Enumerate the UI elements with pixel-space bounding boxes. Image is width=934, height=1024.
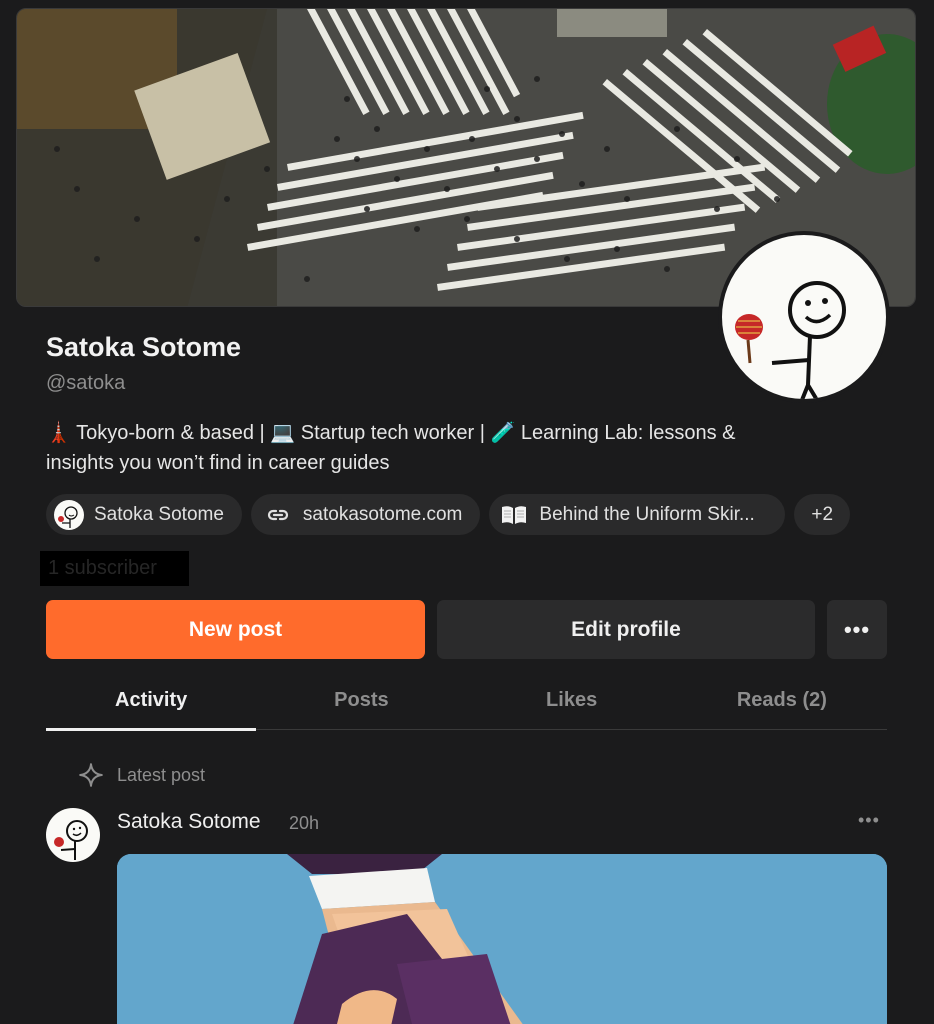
latest-post-label: Latest post	[78, 762, 205, 788]
tab-likes[interactable]: Likes	[467, 676, 677, 729]
sparkle-icon	[79, 763, 103, 787]
section-label: Latest post	[117, 764, 206, 785]
chip-label: Satoka Sotome	[94, 503, 224, 525]
profile-tabs: Activity Posts Likes Reads (2)	[46, 676, 887, 731]
avatar	[54, 499, 84, 530]
tab-activity[interactable]: Activity	[46, 676, 257, 731]
tab-reads[interactable]: Reads (2)	[677, 676, 887, 729]
chip-publication[interactable]: Satoka Sotome	[46, 494, 242, 535]
more-options-button[interactable]: •••	[827, 600, 887, 659]
profile-bio: 🗼 Tokyo-born & based | 💻 Startup tech wo…	[46, 418, 866, 478]
post-cover-image[interactable]	[117, 854, 887, 1024]
profile-avatar[interactable]	[718, 231, 890, 403]
new-post-button[interactable]: New post	[46, 600, 425, 659]
profile-name: Satoka Sotome	[46, 332, 242, 362]
chip-more[interactable]: +2	[794, 494, 851, 535]
profile-links: Satoka Sotome satokasotome.com Behind th…	[46, 494, 851, 535]
chip-label: Behind the Uniform Skir...	[539, 503, 755, 525]
chip-website[interactable]: satokasotome.com	[250, 494, 481, 535]
chip-label: satokasotome.com	[302, 503, 463, 525]
post-author-avatar[interactable]	[46, 808, 100, 862]
bio-line: 🗼 Tokyo-born & based | 💻 Startup tech wo…	[46, 422, 736, 444]
link-icon	[263, 500, 293, 530]
profile-handle: @satoka	[46, 372, 126, 394]
post-author-name[interactable]: Satoka Sotome	[117, 810, 261, 834]
chip-book[interactable]: Behind the Uniform Skir...	[489, 494, 786, 535]
chip-label: +2	[811, 503, 834, 525]
book-icon	[499, 500, 529, 530]
post-timestamp: 20h	[289, 813, 320, 833]
post-menu-button[interactable]: •••	[858, 810, 880, 831]
tab-posts[interactable]: Posts	[256, 676, 466, 729]
edit-profile-button[interactable]: Edit profile	[437, 600, 815, 659]
subscriber-count: 1 subscriber	[40, 551, 189, 586]
bio-line: insights you won’t find in career guides	[46, 452, 390, 474]
